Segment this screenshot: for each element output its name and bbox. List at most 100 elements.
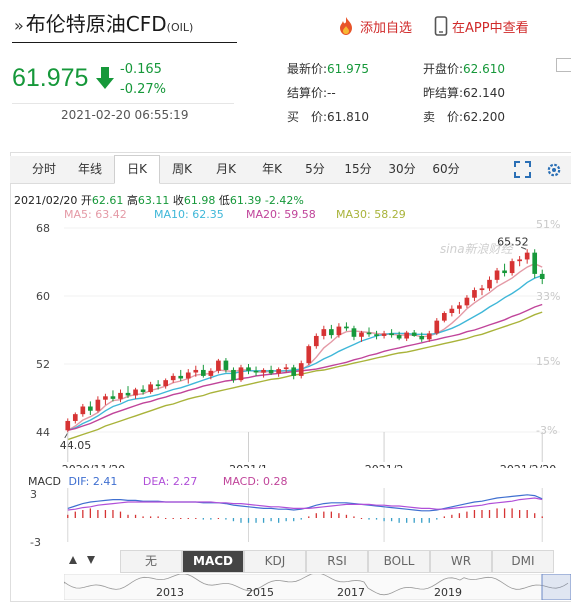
x-tick-label: 2021/2 [365,463,404,468]
tab-intraday[interactable]: 分时 [26,156,62,183]
history-overview[interactable]: 2013 2015 2017 2019 [64,574,571,600]
overview-year-2015: 2015 [246,586,274,599]
macd-dif: DIF: 2.41 [68,475,118,488]
right-pct-tick: 33% [536,290,560,303]
title-text: 布伦特原油CFD [25,12,167,36]
ask-price-value: 62.200 [463,110,506,124]
candle-body [276,369,281,374]
latest-price-value: 61.975 [327,62,370,76]
macd-dea: DEA: 2.27 [142,475,198,488]
add-watchlist-button[interactable]: 添加自选 [336,16,412,36]
tab-60min[interactable]: 60分 [428,156,464,183]
open-price-value: 62.610 [463,62,506,76]
candle-body [532,252,538,274]
candle-body [509,261,515,274]
candle-body [170,375,176,381]
quote-edge-bracket [556,58,571,72]
right-pct-tick: -3% [536,424,557,437]
macd-chart[interactable]: 3 -3 [10,488,571,548]
ohlc-high-label: 高 [126,194,138,207]
macd-legend: MACD DIF: 2.41 DEA: 2.27 MACD: 0.28 [28,475,288,488]
candle-body [449,308,455,313]
tab-5min[interactable]: 5分 [300,156,330,183]
prev-settle-value: 62.140 [463,86,506,100]
view-in-app-button[interactable]: 在APP中查看 [434,16,529,36]
macd-legend-label: MACD [28,475,61,488]
scroll-up-icon[interactable] [68,555,78,565]
indicator-macd[interactable]: MACD [182,550,244,573]
candle-body [291,367,297,376]
candle-body [472,290,477,298]
fullscreen-icon[interactable] [514,161,531,178]
candle-body [487,279,492,289]
low-annotation: 44.05 [60,439,92,452]
latest-price-label: 最新价: [287,62,328,76]
indicator-dmi[interactable]: DMI [492,550,554,573]
indicator-rsi[interactable]: RSI [306,550,368,573]
candle-body [366,332,372,335]
candle-body [193,369,199,373]
candle-body [268,369,274,374]
right-pct-tick: 51% [536,218,560,231]
candle-body [494,270,500,280]
candle-body [517,259,522,262]
indicator-wr[interactable]: WR [430,550,492,573]
candle-body [155,384,161,387]
indicator-none[interactable]: 无 [120,550,182,573]
macd-dea-line [67,497,543,511]
tab-monthly-k[interactable]: 月K [208,156,244,183]
flame-icon [340,17,352,35]
scroll-down-icon[interactable] [86,555,96,565]
tab-yearly-k[interactable]: 年K [254,156,290,183]
tab-daily-k[interactable]: 日K [114,155,160,184]
view-in-app-label: 在APP中查看 [452,20,529,36]
add-watchlist-label: 添加自选 [360,20,413,36]
ohlc-pct: -2.42% [264,194,304,207]
high-annotation: 65.52 [497,235,529,248]
candle-body [133,389,138,396]
ohlc-high: 63.11 [137,194,170,207]
candle-body [163,380,169,387]
candle-body [381,333,387,336]
indicator-boll[interactable]: BOLL [368,550,430,573]
bid-price-label: 买 价: [287,110,328,124]
candlestick-chart[interactable]: 6860524451%33%15%-3%sina新浪财经65.5244.0520… [10,218,571,468]
y-tick-label: 44 [36,426,50,439]
title-arrows-icon: » [14,16,24,35]
instrument-title: » 布伦特原油CFD(OIL) [14,8,193,37]
down-arrow-icon [96,67,114,89]
settings-gear-icon[interactable] [546,162,562,178]
candle-body [283,367,289,370]
macd-y-tick-label: -3 [30,536,41,548]
y-tick-label: 68 [36,222,50,235]
ohlc-close-label: 收 [172,194,184,207]
candle-body [88,406,93,411]
candle-body [178,375,184,379]
quote-divider [12,103,234,104]
candle-body [118,392,123,399]
tab-year-line[interactable]: 年线 [72,156,108,183]
candle-body [140,389,146,393]
candle-body [72,414,78,421]
price-change-pct: -0.27% [120,82,166,97]
candle-body [95,399,101,411]
candle-body [434,320,440,334]
candle-body [306,346,312,364]
candle-body [110,396,116,399]
macd-y-tick-label: 3 [30,488,37,501]
candle-body [253,370,259,373]
candle-body [396,335,402,339]
ask-price-label: 卖 价: [423,110,464,124]
candle-body [389,333,394,336]
candle-body [502,270,507,274]
tab-15min[interactable]: 15分 [340,156,376,183]
right-pct-tick: 15% [536,355,560,368]
tab-weekly-k[interactable]: 周K [164,156,200,183]
candle-body [208,370,214,376]
candle-body [336,326,342,336]
open-price-field: 开盘价:62.610 [423,60,505,77]
indicator-kdj[interactable]: KDJ [244,550,306,573]
tab-30min[interactable]: 30分 [384,156,420,183]
phone-icon [434,16,448,36]
ohlc-low: 61.39 [229,194,262,207]
